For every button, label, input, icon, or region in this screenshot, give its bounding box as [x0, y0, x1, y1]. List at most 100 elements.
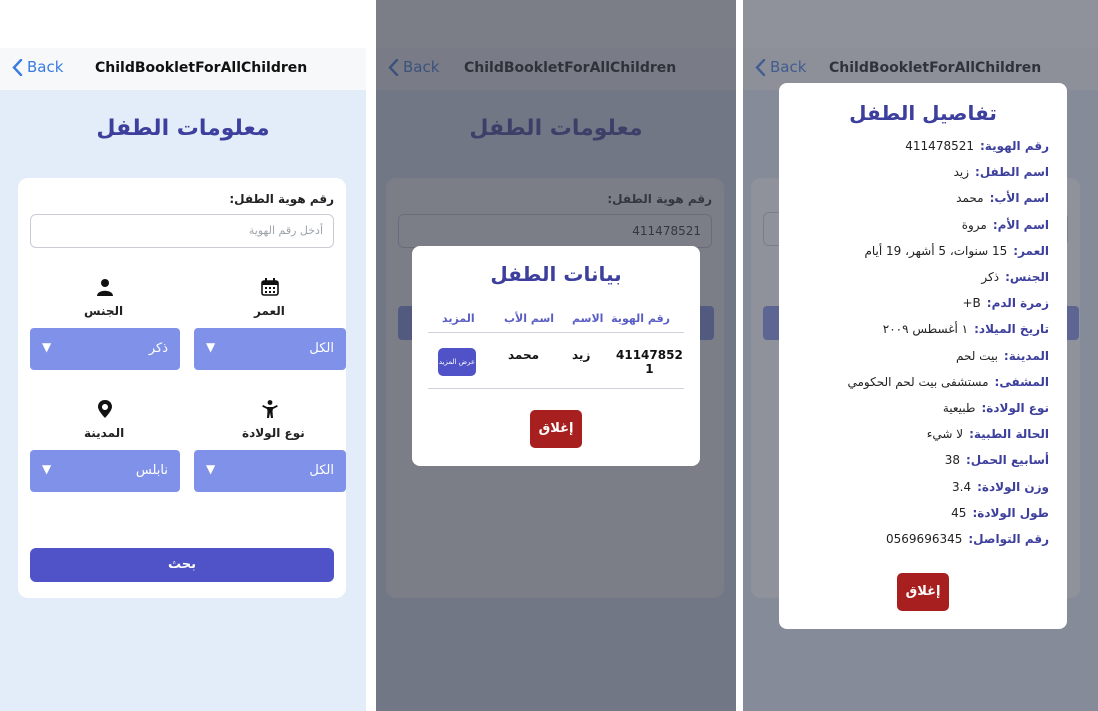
column-header-name: الاسم	[572, 312, 604, 325]
detail-row: زمرة الدم: B+	[779, 296, 1049, 320]
results-modal-title: بيانات الطفل	[490, 262, 622, 286]
detail-label: الجنس:	[1005, 270, 1049, 284]
cell-id-line2: 1	[645, 362, 654, 376]
divider	[428, 388, 684, 389]
detail-label: اسم الطفل:	[975, 165, 1049, 180]
detail-row: رقم التواصل: 0569696345	[779, 532, 1049, 556]
detail-label: نوع الولادة:	[981, 401, 1049, 415]
detail-label: رقم الهوية:	[980, 139, 1049, 153]
birth-type-select[interactable]: الكل ▼	[194, 450, 346, 492]
detail-row: اسم الأم: مروة	[779, 218, 1049, 242]
detail-value: بيت لحم	[955, 348, 998, 363]
birth-type-select-value: الكل	[309, 463, 334, 478]
age-label: العمر	[254, 304, 285, 318]
back-label: Back	[27, 58, 64, 76]
table-row: 41147852 1	[616, 348, 683, 376]
detail-label: العمر:	[1013, 243, 1049, 258]
close-button[interactable]: إغلاق	[897, 573, 949, 611]
detail-label: طول الولادة:	[972, 505, 1049, 520]
gender-select[interactable]: ذكر ▼	[30, 328, 180, 370]
chevron-down-icon: ▼	[206, 340, 216, 354]
detail-value: مروة	[961, 217, 987, 232]
view-more-button[interactable]: عرض المزيد	[438, 348, 476, 376]
detail-label: الحالة الطبية:	[969, 427, 1049, 442]
divider	[428, 332, 684, 333]
chevron-down-icon: ▼	[42, 462, 52, 476]
detail-row: نوع الولادة: طبيعية	[779, 401, 1049, 425]
app-title: ChildBookletForAllChildren	[95, 60, 308, 76]
detail-row: المدينة: بيت لحم	[779, 349, 1049, 373]
detail-label: المشفى:	[994, 374, 1049, 389]
column-header-more: المزيد	[442, 312, 475, 325]
cell-id-line1: 41147852	[616, 348, 683, 362]
calendar-icon	[258, 276, 282, 298]
detail-row: الجنس: ذكر	[779, 270, 1049, 294]
page-title: معلومات الطفل	[96, 116, 270, 141]
detail-value: 411478521	[905, 139, 974, 153]
close-button[interactable]: إغلاق	[530, 410, 582, 448]
detail-row: رقم الهوية: 411478521	[779, 139, 1049, 163]
search-screen: معلومات الطفل رقم هوية الطفل: أدخل رقم ا…	[0, 90, 366, 711]
child-icon	[258, 398, 282, 420]
id-input[interactable]: أدخل رقم الهوية	[30, 214, 334, 248]
search-button[interactable]: بحث	[30, 548, 334, 582]
detail-row: تاريخ الميلاد: ١ أغسطس ٢٠٠٩	[779, 322, 1049, 346]
city-select-value: نابلس	[135, 463, 168, 478]
detail-value: 15 سنوات، 5 أشهر، 19 أيام	[864, 243, 1008, 258]
detail-row: العمر: 15 سنوات، 5 أشهر، 19 أيام	[779, 244, 1049, 268]
detail-value: B+	[962, 296, 981, 311]
column-header-id: رقم الهوية	[611, 312, 670, 325]
detail-value: 0569696345	[886, 532, 963, 546]
detail-value: مستشفى بيت لحم الحكومي	[847, 374, 989, 389]
details-panel: Back ChildBookletForAllChildren تفاصيل ا…	[743, 0, 1098, 711]
detail-label: اسم الأب:	[989, 191, 1049, 206]
detail-label: المدينة:	[1003, 348, 1049, 363]
city-select[interactable]: نابلس ▼	[30, 450, 180, 492]
detail-label: تاريخ الميلاد:	[974, 322, 1049, 337]
chevron-down-icon: ▼	[42, 340, 52, 354]
chevron-down-icon: ▼	[206, 462, 216, 476]
detail-value: ذكر	[981, 270, 1000, 284]
detail-value: لا شيء	[926, 427, 964, 442]
person-icon	[93, 276, 117, 298]
detail-value: طبيعية	[942, 401, 976, 415]
detail-value: زيد	[953, 165, 970, 180]
detail-label: زمرة الدم:	[986, 296, 1049, 311]
detail-value: 38	[944, 453, 960, 468]
search-form-card: رقم هوية الطفل: أدخل رقم الهوية الجنس ال…	[18, 178, 346, 598]
age-select[interactable]: الكل ▼	[194, 328, 346, 370]
detail-label: اسم الأم:	[992, 217, 1049, 232]
detail-label: أسابيع الحمل:	[965, 453, 1049, 468]
detail-value: 3.4	[952, 479, 972, 494]
location-pin-icon	[93, 398, 117, 420]
details-modal: تفاصيل الطفل رقم الهوية:411478521 اسم الط…	[779, 83, 1067, 629]
detail-row: اسم الطفل: زيد	[779, 165, 1049, 189]
detail-value: محمد	[956, 191, 984, 206]
detail-value: ١ أغسطس ٢٠٠٩	[882, 322, 969, 337]
results-modal: بيانات الطفل رقم الهوية الاسم اسم الأب ا…	[412, 246, 700, 466]
detail-row: اسم الأب: محمد	[779, 191, 1049, 215]
cell-father: محمد	[508, 348, 540, 362]
navigation-bar: Back ChildBookletForAllChildren	[0, 48, 366, 90]
back-button[interactable]: Back	[12, 58, 63, 76]
detail-row: الحالة الطبية: لا شيء	[779, 427, 1049, 451]
id-label: رقم هوية الطفل:	[229, 192, 334, 206]
gender-label: الجنس	[84, 304, 124, 318]
detail-label: وزن الولادة:	[977, 479, 1049, 494]
detail-value: 45	[951, 505, 967, 520]
details-modal-title: تفاصيل الطفل	[849, 101, 997, 125]
age-select-value: الكل	[309, 341, 334, 356]
cell-name: زيد	[572, 348, 591, 362]
detail-row: المشفى: مستشفى بيت لحم الحكومي	[779, 375, 1049, 399]
detail-row: وزن الولادة: 3.4	[779, 480, 1049, 504]
city-label: المدينة	[84, 426, 125, 440]
birth-type-label: نوع الولادة	[242, 426, 305, 440]
detail-row: طول الولادة: 45	[779, 506, 1049, 530]
column-header-father: اسم الأب	[504, 312, 555, 325]
gender-select-value: ذكر	[148, 341, 168, 356]
chevron-left-icon	[12, 58, 23, 76]
results-panel: Back ChildBookletForAllChildren معلومات …	[376, 0, 736, 711]
search-screen-panel: Back ChildBookletForAllChildren معلومات …	[0, 0, 366, 711]
detail-row: أسابيع الحمل: 38	[779, 453, 1049, 477]
detail-label: رقم التواصل:	[968, 532, 1049, 546]
